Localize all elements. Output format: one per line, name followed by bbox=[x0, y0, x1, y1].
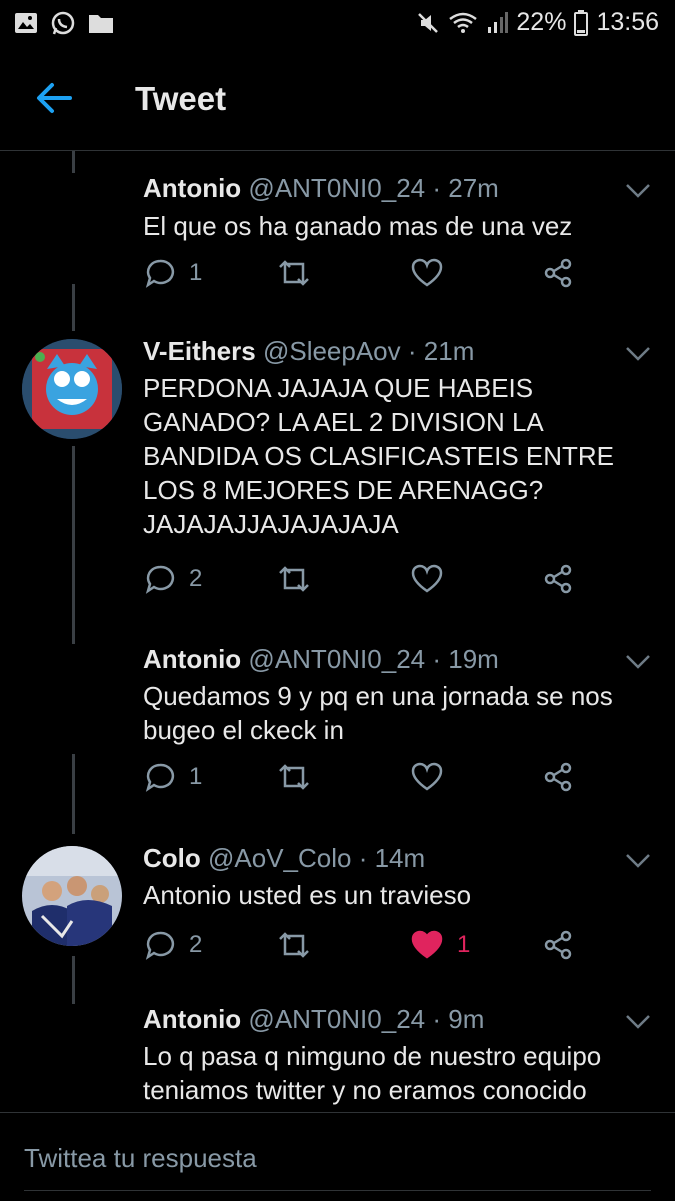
reply-icon bbox=[145, 931, 175, 960]
retweet-icon bbox=[279, 932, 309, 958]
reply-icon bbox=[145, 259, 175, 288]
reply-composer[interactable]: Twittea tu respuesta bbox=[0, 1112, 675, 1201]
chevron-down-icon[interactable] bbox=[625, 346, 651, 362]
heart-icon bbox=[411, 762, 443, 791]
status-bar: 22% 13:56 bbox=[0, 0, 675, 48]
tweet[interactable]: Antonio @ANT0NI0_24 · 19m Quedamos 9 y p… bbox=[0, 644, 675, 834]
avatar[interactable] bbox=[22, 846, 122, 946]
reply-icon bbox=[145, 565, 175, 594]
tweet[interactable]: Antonio @ANT0NI0_24 · 9m Lo q pasa q nim… bbox=[0, 1004, 675, 1111]
like-button[interactable] bbox=[411, 564, 457, 594]
divider bbox=[24, 1190, 651, 1191]
heart-icon bbox=[411, 258, 443, 287]
tweet-time: · 27m bbox=[432, 173, 499, 203]
tweet-actions: 2 1 bbox=[145, 930, 585, 970]
share-button[interactable] bbox=[543, 258, 573, 288]
retweet-icon bbox=[279, 566, 309, 592]
tweet-text: Lo q pasa q nimguno de nuestro equipo te… bbox=[143, 1041, 602, 1105]
reply-input[interactable]: Twittea tu respuesta bbox=[24, 1143, 257, 1174]
tweet-time: · 19m bbox=[432, 644, 499, 674]
top-app-bar: Tweet bbox=[0, 48, 675, 151]
heart-filled-icon bbox=[411, 930, 443, 959]
chevron-down-icon[interactable] bbox=[625, 853, 651, 869]
thread-line bbox=[72, 754, 75, 834]
tweet[interactable]: Antonio @ANT0NI0_24 · 27m El que os ha g… bbox=[0, 151, 675, 331]
like-button[interactable] bbox=[411, 762, 457, 792]
share-icon bbox=[544, 930, 572, 960]
mute-icon bbox=[418, 12, 439, 33]
tweet-text: PERDONA JAJAJA QUE HABEIS GANADO? LA AEL… bbox=[143, 373, 614, 539]
retweet-button[interactable] bbox=[277, 930, 325, 960]
avatar[interactable] bbox=[22, 339, 122, 439]
thread-line bbox=[72, 956, 75, 1004]
reply-count: 2 bbox=[189, 565, 203, 592]
signal-icon bbox=[488, 11, 509, 33]
page-title: Tweet bbox=[135, 80, 227, 117]
author-handle[interactable]: @ANT0NI0_24 bbox=[248, 1004, 425, 1034]
share-button[interactable] bbox=[543, 762, 573, 792]
author-name[interactable]: Antonio bbox=[143, 173, 241, 203]
clock: 13:56 bbox=[596, 8, 659, 36]
share-button[interactable] bbox=[543, 930, 573, 960]
retweet-button[interactable] bbox=[277, 762, 325, 792]
author-handle[interactable]: @SleepAov bbox=[263, 336, 401, 366]
author-handle[interactable]: @ANT0NI0_24 bbox=[248, 644, 425, 674]
tweet-time: · 21m bbox=[407, 336, 475, 366]
author-name[interactable]: Antonio bbox=[143, 1004, 241, 1034]
author-name[interactable]: Antonio bbox=[143, 644, 241, 674]
tweet-text: Quedamos 9 y pq en una jornada se nos bu… bbox=[143, 681, 613, 745]
thread-line bbox=[72, 446, 75, 644]
battery-icon bbox=[574, 9, 589, 36]
battery-percent: 22% bbox=[516, 8, 567, 36]
reply-button[interactable]: 2 bbox=[145, 930, 202, 960]
back-arrow-icon[interactable] bbox=[34, 80, 74, 116]
tweet-thread[interactable]: Antonio @ANT0NI0_24 · 27m El que os ha g… bbox=[0, 151, 675, 1111]
reply-count: 1 bbox=[189, 763, 203, 790]
like-count: 1 bbox=[457, 931, 471, 958]
author-name[interactable]: Colo bbox=[143, 843, 201, 873]
reply-count: 2 bbox=[189, 931, 203, 958]
tweet-text: Antonio usted es un travieso bbox=[143, 880, 472, 910]
wifi-icon bbox=[449, 12, 478, 33]
share-icon bbox=[544, 564, 572, 594]
author-name[interactable]: V-Eithers bbox=[143, 336, 256, 366]
reply-button[interactable]: 1 bbox=[145, 762, 202, 792]
tweet[interactable]: Colo @AoV_Colo · 14m Antonio usted es un… bbox=[0, 834, 675, 1004]
reply-button[interactable]: 1 bbox=[145, 258, 202, 288]
like-button[interactable]: 1 bbox=[411, 930, 470, 960]
reply-button[interactable]: 2 bbox=[145, 564, 202, 594]
reply-count: 1 bbox=[189, 259, 203, 286]
tweet-actions: 2 bbox=[145, 564, 585, 604]
chevron-down-icon[interactable] bbox=[625, 654, 651, 670]
tweet-actions: 1 bbox=[145, 258, 585, 298]
tweet[interactable]: V-Eithers @SleepAov · 21m PERDONA JAJAJA… bbox=[0, 331, 675, 644]
like-button[interactable] bbox=[411, 258, 457, 288]
retweet-icon bbox=[279, 764, 309, 790]
retweet-button[interactable] bbox=[277, 258, 325, 288]
thread-line bbox=[72, 151, 75, 173]
share-icon bbox=[544, 258, 572, 288]
retweet-icon bbox=[279, 260, 309, 286]
chevron-down-icon[interactable] bbox=[625, 1014, 651, 1030]
thread-line bbox=[72, 284, 75, 331]
tweet-text: El que os ha ganado mas de una vez bbox=[143, 211, 573, 241]
heart-icon bbox=[411, 564, 443, 593]
author-handle[interactable]: @AoV_Colo bbox=[208, 843, 351, 873]
share-icon bbox=[544, 762, 572, 792]
chevron-down-icon[interactable] bbox=[625, 183, 651, 199]
whatsapp-icon bbox=[51, 11, 75, 35]
tweet-actions: 1 bbox=[145, 762, 585, 802]
retweet-button[interactable] bbox=[277, 564, 325, 594]
share-button[interactable] bbox=[543, 564, 573, 594]
folder-icon bbox=[89, 15, 113, 33]
tweet-time: · 9m bbox=[432, 1004, 485, 1034]
reply-icon bbox=[145, 763, 175, 792]
gallery-icon bbox=[15, 13, 37, 33]
tweet-time: · 14m bbox=[358, 843, 426, 873]
author-handle[interactable]: @ANT0NI0_24 bbox=[248, 173, 425, 203]
